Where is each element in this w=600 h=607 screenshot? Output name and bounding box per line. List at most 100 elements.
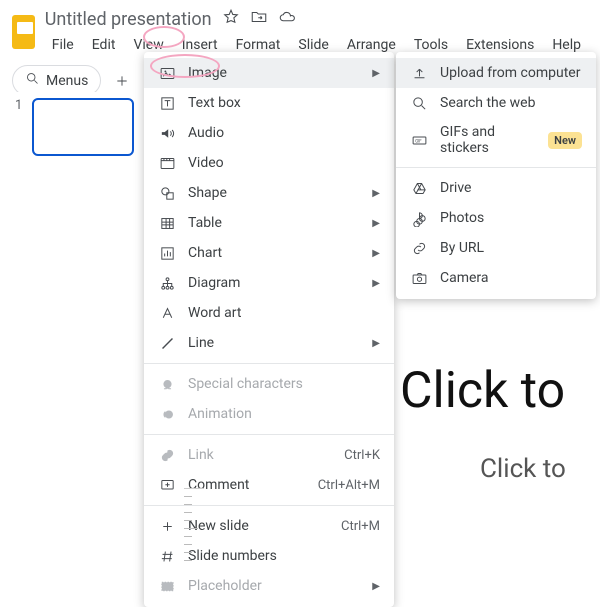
menu-separator bbox=[144, 363, 394, 364]
menu-label: Diagram bbox=[188, 275, 360, 291]
image-photos[interactable]: Photos bbox=[396, 203, 596, 233]
insert-image[interactable]: Image ▶ bbox=[144, 58, 394, 88]
image-drive[interactable]: Drive bbox=[396, 173, 596, 203]
slides-logo[interactable] bbox=[12, 15, 35, 49]
menus-label: Menus bbox=[46, 73, 88, 89]
image-gifs-stickers[interactable]: GIF GIFs and stickers New bbox=[396, 118, 596, 162]
text-box-icon bbox=[158, 95, 176, 112]
menu-label: Camera bbox=[440, 270, 582, 286]
chart-icon bbox=[158, 245, 176, 262]
menu-label: Link bbox=[188, 447, 332, 463]
menu-label: Audio bbox=[188, 125, 380, 141]
image-camera[interactable]: Camera bbox=[396, 263, 596, 293]
vertical-ruler bbox=[184, 488, 204, 568]
search-icon bbox=[25, 71, 40, 90]
omega-icon bbox=[158, 376, 176, 393]
line-icon bbox=[158, 335, 176, 352]
menu-label: New slide bbox=[188, 518, 329, 534]
menu-label: Placeholder bbox=[188, 578, 360, 594]
cloud-status-icon[interactable] bbox=[278, 8, 296, 31]
main-slide[interactable]: Click to Click to bbox=[400, 362, 600, 484]
hash-icon bbox=[158, 548, 176, 565]
menu-separator bbox=[144, 434, 394, 435]
insert-special-characters: Special characters bbox=[144, 369, 394, 399]
submenu-arrow-icon: ▶ bbox=[372, 218, 380, 229]
shortcut: Ctrl+M bbox=[341, 519, 380, 534]
new-badge: New bbox=[548, 132, 582, 149]
menu-label: Table bbox=[188, 215, 360, 231]
menu-label: By URL bbox=[440, 240, 582, 256]
shortcut: Ctrl+K bbox=[344, 448, 380, 463]
menu-label: Line bbox=[188, 335, 360, 351]
slide-thumbnail[interactable] bbox=[32, 98, 134, 156]
insert-line[interactable]: Line ▶ bbox=[144, 328, 394, 358]
submenu-arrow-icon: ▶ bbox=[372, 338, 380, 349]
insert-text-box[interactable]: Text box bbox=[144, 88, 394, 118]
insert-chart[interactable]: Chart ▶ bbox=[144, 238, 394, 268]
menu-label: Shape bbox=[188, 185, 360, 201]
insert-shape[interactable]: Shape ▶ bbox=[144, 178, 394, 208]
menu-label: Search the web bbox=[440, 95, 582, 111]
shape-icon bbox=[158, 185, 176, 202]
link-icon bbox=[410, 240, 428, 257]
menu-label: Chart bbox=[188, 245, 360, 261]
star-icon[interactable] bbox=[222, 8, 240, 31]
image-upload-from-computer[interactable]: Upload from computer bbox=[396, 58, 596, 88]
menubar-edit[interactable]: Edit bbox=[85, 35, 123, 55]
menu-label: Animation bbox=[188, 406, 380, 422]
menu-label: Word art bbox=[188, 305, 380, 321]
menu-label: Text box bbox=[188, 95, 380, 111]
slide-title-placeholder[interactable]: Click to bbox=[400, 362, 600, 420]
word-art-icon bbox=[158, 305, 176, 322]
new-slide-button[interactable] bbox=[109, 73, 135, 89]
insert-video[interactable]: Video bbox=[144, 148, 394, 178]
move-to-folder-icon[interactable] bbox=[250, 8, 268, 31]
menu-label: Upload from computer bbox=[440, 65, 582, 81]
insert-audio[interactable]: Audio bbox=[144, 118, 394, 148]
slide-number: 1 bbox=[15, 98, 22, 113]
menu-label: Image bbox=[188, 65, 360, 81]
image-by-url[interactable]: By URL bbox=[396, 233, 596, 263]
video-icon bbox=[158, 155, 176, 172]
menu-label: Special characters bbox=[188, 376, 380, 392]
menu-separator bbox=[144, 505, 394, 506]
insert-table[interactable]: Table ▶ bbox=[144, 208, 394, 238]
diagram-icon bbox=[158, 275, 176, 292]
slide-subtitle-placeholder[interactable]: Click to bbox=[400, 454, 600, 484]
search-icon bbox=[410, 95, 428, 112]
photos-icon bbox=[410, 210, 428, 227]
insert-menu: Image ▶ Text box Audio Video Shape ▶ Tab… bbox=[144, 52, 394, 607]
doc-title[interactable]: Untitled presentation bbox=[45, 9, 212, 30]
svg-text:GIF: GIF bbox=[415, 139, 422, 144]
insert-placeholder: Placeholder ▶ bbox=[144, 571, 394, 601]
plus-icon bbox=[158, 518, 176, 535]
menu-label: GIFs and stickers bbox=[440, 124, 536, 156]
menubar-file[interactable]: File bbox=[45, 35, 81, 55]
placeholder-icon bbox=[158, 578, 176, 595]
gif-icon: GIF bbox=[410, 132, 428, 149]
comment-icon bbox=[158, 477, 176, 494]
submenu-arrow-icon: ▶ bbox=[372, 278, 380, 289]
drive-icon bbox=[410, 180, 428, 197]
submenu-arrow-icon: ▶ bbox=[372, 68, 380, 79]
image-submenu: Upload from computer Search the web GIF … bbox=[396, 52, 596, 299]
insert-word-art[interactable]: Word art bbox=[144, 298, 394, 328]
submenu-arrow-icon: ▶ bbox=[372, 248, 380, 259]
menu-label: Drive bbox=[440, 180, 582, 196]
image-search-web[interactable]: Search the web bbox=[396, 88, 596, 118]
menu-label: Slide numbers bbox=[188, 548, 380, 564]
table-icon bbox=[158, 215, 176, 232]
image-icon bbox=[158, 65, 176, 82]
insert-comment[interactable]: Comment Ctrl+Alt+M bbox=[144, 470, 394, 500]
menu-label: Photos bbox=[440, 210, 582, 226]
insert-animation: Animation bbox=[144, 399, 394, 429]
insert-diagram[interactable]: Diagram ▶ bbox=[144, 268, 394, 298]
upload-icon bbox=[410, 65, 428, 82]
menu-separator bbox=[396, 167, 596, 168]
insert-new-slide[interactable]: New slide Ctrl+M bbox=[144, 511, 394, 541]
link-icon bbox=[158, 447, 176, 464]
insert-link: Link Ctrl+K bbox=[144, 440, 394, 470]
animation-icon bbox=[158, 406, 176, 423]
submenu-arrow-icon: ▶ bbox=[372, 188, 380, 199]
insert-slide-numbers[interactable]: Slide numbers bbox=[144, 541, 394, 571]
